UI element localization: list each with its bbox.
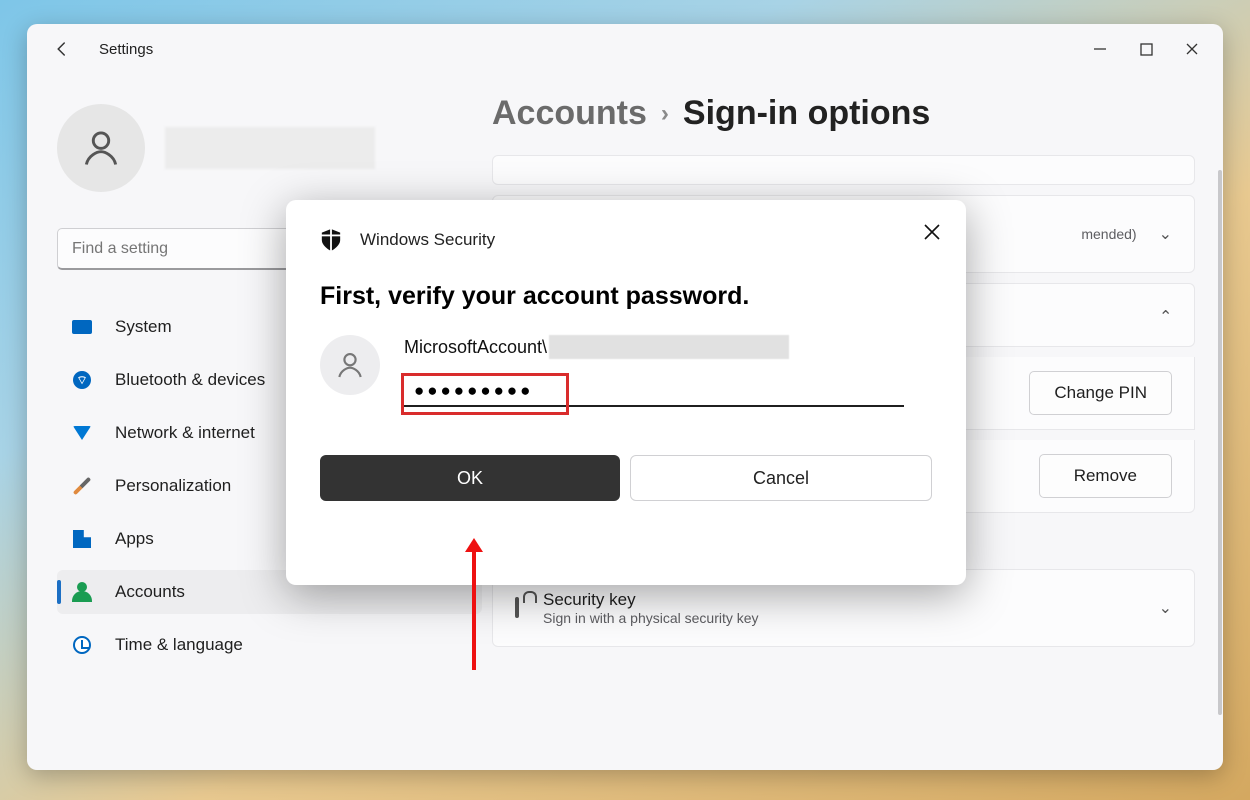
scrollbar[interactable] xyxy=(1218,170,1222,715)
nav-label: Network & internet xyxy=(115,423,255,443)
breadcrumb: Accounts › Sign-in options xyxy=(492,94,1195,133)
back-button[interactable] xyxy=(47,34,77,64)
remove-pin-button[interactable]: Remove xyxy=(1039,454,1172,498)
arrow-left-icon xyxy=(53,40,71,58)
wifi-icon xyxy=(71,422,93,444)
close-icon xyxy=(923,223,941,241)
security-key-sub: Sign in with a physical security key xyxy=(543,610,759,626)
account-name: MicrosoftAccount\ xyxy=(404,335,932,359)
arrow-annotation xyxy=(472,550,476,670)
window-controls xyxy=(1077,33,1215,65)
account-info: MicrosoftAccount\ ●●●●●●●●● xyxy=(404,335,932,407)
nav-label: Apps xyxy=(115,529,154,549)
account-email-redacted xyxy=(549,335,789,359)
person-icon xyxy=(79,126,123,170)
key-icon xyxy=(515,599,519,617)
minimize-button[interactable] xyxy=(1077,33,1123,65)
profile-block xyxy=(57,104,482,192)
ok-button[interactable]: OK xyxy=(320,455,620,501)
account-prefix: MicrosoftAccount\ xyxy=(404,337,547,358)
dialog-avatar xyxy=(320,335,380,395)
dialog-close-button[interactable] xyxy=(918,218,946,246)
chevron-up-icon: ⌄ xyxy=(1159,305,1172,325)
nav-label: Bluetooth & devices xyxy=(115,370,265,390)
bluetooth-icon: ⌔ xyxy=(71,369,93,391)
minimize-icon xyxy=(1093,42,1107,56)
window-title: Settings xyxy=(99,41,153,58)
nav-label: Time & language xyxy=(115,635,243,655)
brush-icon xyxy=(71,475,93,497)
close-button[interactable] xyxy=(1169,33,1215,65)
profile-name-redacted xyxy=(165,127,375,169)
nav-label: Accounts xyxy=(115,582,185,602)
system-icon xyxy=(71,316,93,338)
apps-icon xyxy=(71,528,93,550)
maximize-button[interactable] xyxy=(1123,33,1169,65)
nav-label: System xyxy=(115,317,172,337)
cancel-button[interactable]: Cancel xyxy=(630,455,932,501)
avatar[interactable] xyxy=(57,104,145,192)
maximize-icon xyxy=(1140,43,1153,56)
chevron-down-icon: ⌄ xyxy=(1159,598,1172,618)
close-icon xyxy=(1185,42,1199,56)
option-tail: mended) xyxy=(1081,226,1136,242)
clock-icon xyxy=(71,634,93,656)
dialog-buttons: OK Cancel xyxy=(320,455,932,501)
shield-icon xyxy=(320,228,342,252)
chevron-right-icon: › xyxy=(661,100,669,128)
titlebar: Settings xyxy=(27,24,1223,74)
person-icon xyxy=(334,349,366,381)
change-pin-button[interactable]: Change PIN xyxy=(1029,371,1172,415)
chevron-down-icon: ⌄ xyxy=(1159,224,1172,244)
dialog-app-name: Windows Security xyxy=(360,230,495,250)
dialog-header: Windows Security xyxy=(320,228,932,252)
password-input[interactable] xyxy=(404,373,904,407)
sidebar-item-time[interactable]: Time & language xyxy=(57,623,482,667)
breadcrumb-current: Sign-in options xyxy=(683,94,930,133)
breadcrumb-parent[interactable]: Accounts xyxy=(492,94,647,133)
security-key-title: Security key xyxy=(543,590,759,610)
windows-security-dialog: Windows Security First, verify your acco… xyxy=(286,200,966,585)
account-row: MicrosoftAccount\ ●●●●●●●●● xyxy=(320,335,932,407)
signin-group-header[interactable] xyxy=(492,155,1195,185)
nav-label: Personalization xyxy=(115,476,231,496)
dialog-title: First, verify your account password. xyxy=(320,282,932,311)
accounts-icon xyxy=(71,581,93,603)
